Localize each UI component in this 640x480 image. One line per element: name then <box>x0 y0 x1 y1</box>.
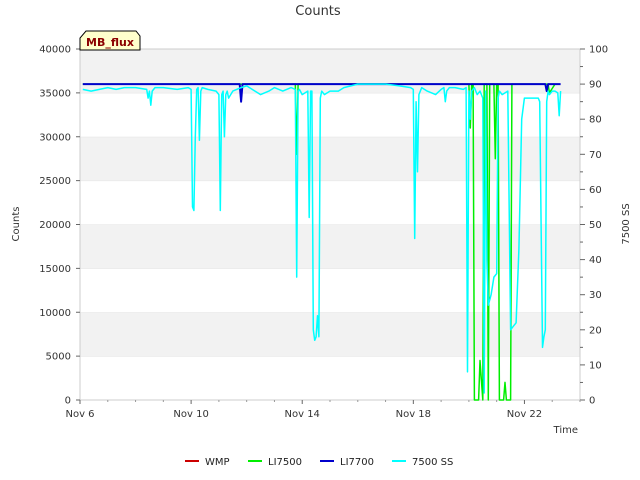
legend-label-li7700: LI7700 <box>340 457 374 468</box>
y-tick-label: 25000 <box>39 176 71 187</box>
y-tick-label: 15000 <box>39 264 71 275</box>
legend-label-7500-ss: 7500 SS <box>412 457 453 468</box>
y-tick-label: 10000 <box>39 308 71 319</box>
y-tick-label: 30000 <box>39 132 71 143</box>
y2-tick-label: 90 <box>589 80 602 91</box>
y2-tick-label: 30 <box>589 290 602 301</box>
grid-band <box>80 49 580 93</box>
x-tick-label: Nov 18 <box>396 409 431 420</box>
y2-tick-label: 100 <box>589 45 608 56</box>
legend-label-li7500: LI7500 <box>268 457 302 468</box>
y-tick-label: 20000 <box>39 220 71 231</box>
legend: WMP LI7500 LI7700 7500 SS <box>185 457 453 468</box>
y-axis-title: Counts <box>11 207 22 242</box>
x-tick-label: Nov 6 <box>65 409 94 420</box>
x-tick-label: Nov 14 <box>285 409 320 420</box>
y-tick-label: 35000 <box>39 88 71 99</box>
x-tick-label: Nov 22 <box>507 409 542 420</box>
y-tick-label: 0 <box>65 396 71 407</box>
background-bands <box>80 48 580 400</box>
left-axis: 0 5000 10000 15000 20000 25000 30000 35000 40000 <box>39 45 80 407</box>
grid-band <box>80 224 580 269</box>
y2-axis-title: 7500 SS <box>621 203 632 244</box>
y2-tick-label: 10 <box>589 360 602 371</box>
badge: MB_flux <box>79 30 141 51</box>
y2-tick-label: 40 <box>589 255 602 266</box>
grid-band <box>80 136 580 181</box>
y2-tick-label: 60 <box>589 185 602 196</box>
grid-band <box>80 92 580 137</box>
grid-band <box>80 312 580 357</box>
y-tick-label: 5000 <box>46 352 71 363</box>
y-tick-label: 40000 <box>39 45 71 56</box>
y2-tick-label: 20 <box>589 325 602 336</box>
grid-band <box>80 180 580 225</box>
right-axis: 0 10 20 30 40 50 60 70 80 90 100 <box>580 45 608 407</box>
badge-label: MB_flux <box>86 36 134 49</box>
legend-label-wmp: WMP <box>205 457 230 468</box>
y2-tick-label: 0 <box>589 396 595 407</box>
counts-chart: 0 5000 10000 15000 20000 25000 30000 35000 40000… <box>11 4 632 468</box>
y2-tick-label: 50 <box>589 220 602 231</box>
x-axis: Nov 6 Nov 10 Nov 14 Nov 18 Nov 22 <box>65 400 581 420</box>
x-axis-title: Time <box>553 425 578 436</box>
chart-title: Counts <box>295 4 341 19</box>
grid-band <box>80 268 580 313</box>
y2-tick-label: 80 <box>589 115 602 126</box>
y2-tick-label: 70 <box>589 150 602 161</box>
x-tick-label: Nov 10 <box>173 409 208 420</box>
grid-band <box>80 356 580 400</box>
